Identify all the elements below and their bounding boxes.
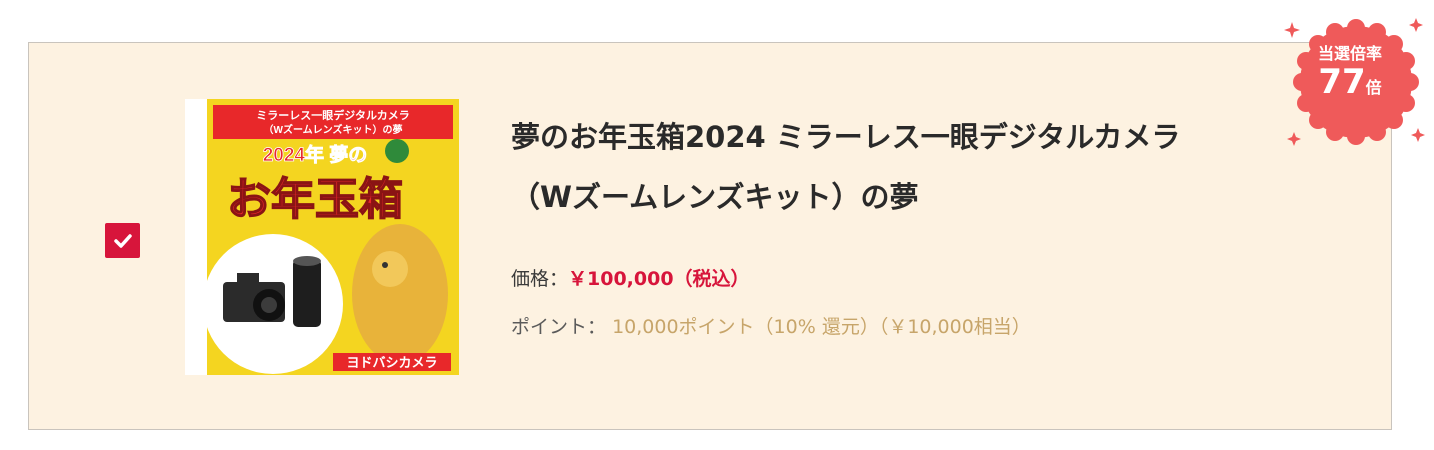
point-label: ポイント： bbox=[511, 316, 607, 338]
price-row: 価格：￥100,000（税込） bbox=[511, 264, 750, 291]
badge-value: 77 bbox=[1318, 62, 1366, 102]
title-line2: （Wズームレンズキット）の夢 bbox=[511, 180, 919, 214]
price-value: ￥100,000（税込） bbox=[568, 268, 750, 290]
thumb-store-text: ヨドバシカメラ bbox=[346, 355, 437, 370]
badge-label: 当選倍率 bbox=[1317, 44, 1382, 63]
product-title[interactable]: 夢のお年玉箱2024 ミラーレス一眼デジタルカメラ （Wズームレンズキット）の夢 bbox=[511, 107, 1291, 227]
price-label: 価格： bbox=[511, 268, 569, 290]
select-checkbox[interactable] bbox=[105, 223, 140, 258]
point-row: ポイント： 10,000ポイント（10% 還元）（￥10,000相当） bbox=[511, 312, 1031, 339]
title-line1: 夢のお年玉箱2024 ミラーレス一眼デジタルカメラ bbox=[511, 120, 1181, 154]
thumb-year-text: 2024年 夢の bbox=[263, 143, 368, 166]
product-card[interactable]: ミラーレス一眼デジタルカメラ （Wズームレンズキット）の夢 2024年 夢の お… bbox=[28, 42, 1392, 430]
badge-unit: 倍 bbox=[1365, 78, 1382, 97]
odds-badge: 当選倍率 77倍 bbox=[1290, 40, 1410, 100]
product-image[interactable]: ミラーレス一眼デジタルカメラ （Wズームレンズキット）の夢 2024年 夢の お… bbox=[185, 99, 459, 375]
banner-line1: ミラーレス一眼デジタルカメラ bbox=[256, 108, 409, 122]
banner-line2: （Wズームレンズキット）の夢 bbox=[264, 123, 403, 136]
point-value: 10,000ポイント（10% 還元）（￥10,000相当） bbox=[612, 316, 1031, 338]
check-icon bbox=[114, 234, 132, 248]
thumb-big-text: お年玉箱 bbox=[227, 175, 403, 224]
